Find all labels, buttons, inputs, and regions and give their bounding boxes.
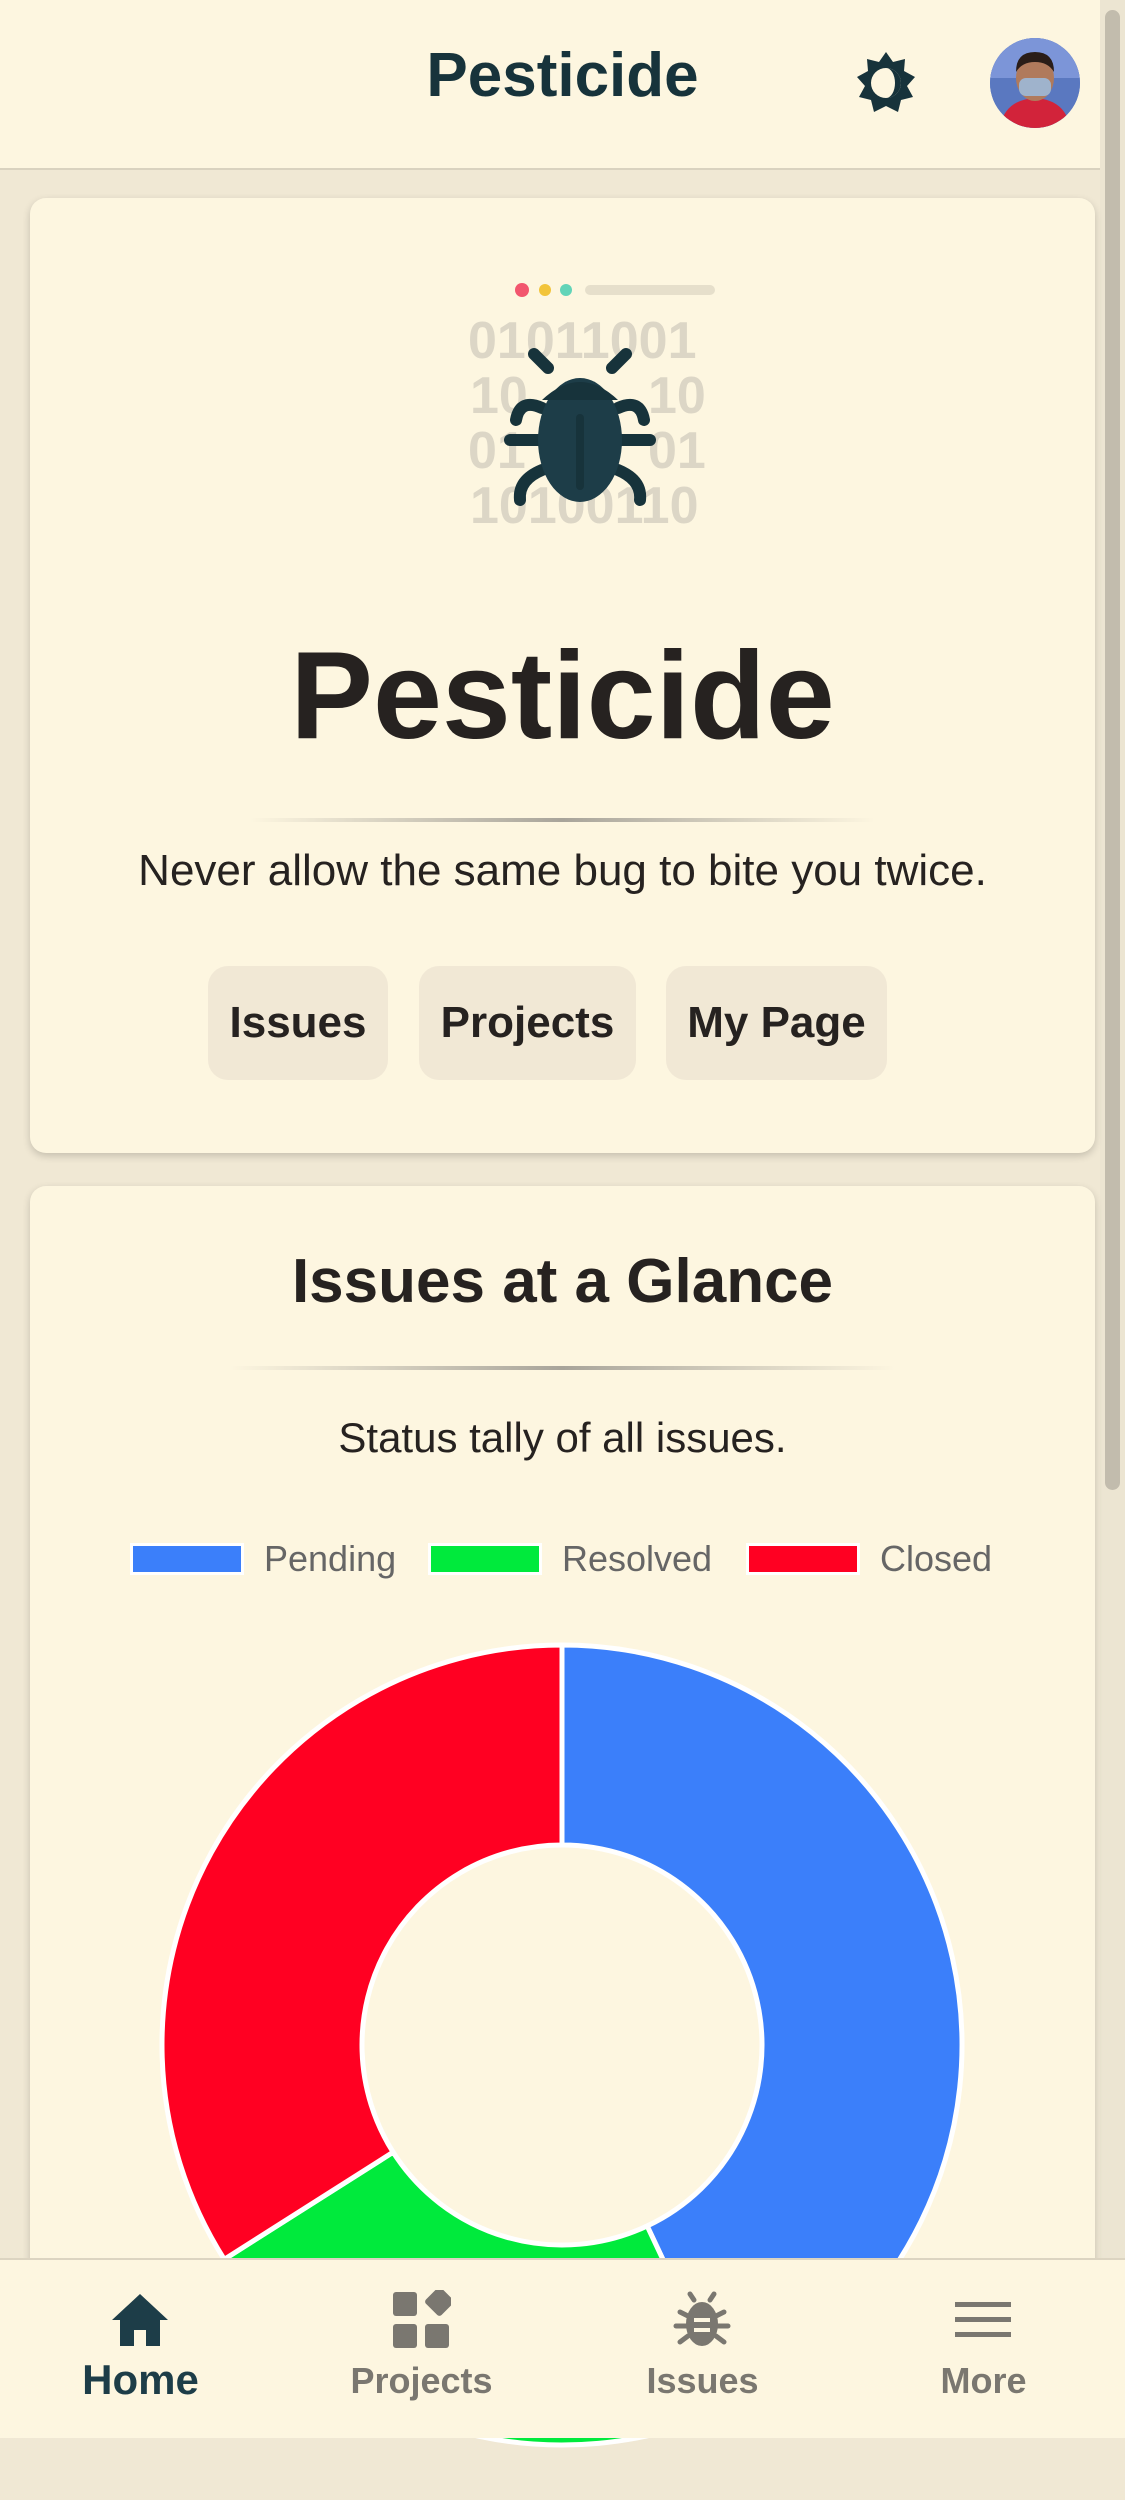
app-title: Pesticide <box>426 41 699 110</box>
top-app-bar: Pesticide <box>0 0 1100 170</box>
legend-label: Closed <box>880 1538 993 1579</box>
home-icon <box>110 2290 170 2350</box>
nav-label: Home <box>82 2356 199 2403</box>
grid-icon <box>391 2287 454 2350</box>
projects-button[interactable]: Projects <box>419 966 636 1080</box>
section-subtitle: Status tally of all issues. <box>338 1414 787 1461</box>
hero-title: Pesticide <box>290 627 835 765</box>
nav-home[interactable]: Home <box>0 2260 281 2438</box>
nav-label: Issues <box>646 2360 759 2401</box>
legend-label: Resolved <box>562 1538 713 1579</box>
nav-label: More <box>940 2360 1027 2401</box>
binary-line: 01011001 <box>468 312 697 370</box>
legend-item-closed[interactable]: Closed <box>746 1534 992 1584</box>
legend-label: Pending <box>264 1538 397 1579</box>
bug-icon <box>672 2290 732 2350</box>
bug-illustration: 01011001 10 10 01 01 10100110 <box>430 268 730 548</box>
scrollbar-thumb[interactable] <box>1105 10 1120 1490</box>
binary-line: 01 <box>648 422 706 480</box>
user-avatar[interactable] <box>990 38 1080 128</box>
chart-legend: Pending Resolved Closed <box>30 1534 1095 1584</box>
legend-swatch <box>428 1543 542 1575</box>
issues-glance-card: Issues at a Glance Status tally of all i… <box>30 1186 1095 2448</box>
issues-button[interactable]: Issues <box>208 966 388 1080</box>
my-page-button[interactable]: My Page <box>666 966 887 1080</box>
legend-swatch <box>130 1543 244 1575</box>
legend-item-pending[interactable]: Pending <box>130 1534 396 1584</box>
binary-line: 10 <box>648 367 706 425</box>
nav-issues[interactable]: Issues <box>562 2260 843 2438</box>
nav-label: Projects <box>350 2360 493 2401</box>
legend-item-resolved[interactable]: Resolved <box>428 1534 712 1584</box>
divider <box>230 1366 895 1370</box>
tagline: Never allow the same bug to bite you twi… <box>138 846 987 895</box>
nav-more[interactable]: More <box>843 2260 1124 2438</box>
scrollbar[interactable] <box>1100 0 1125 2260</box>
legend-swatch <box>746 1543 860 1575</box>
divider <box>250 818 875 822</box>
nav-projects[interactable]: Projects <box>281 2260 562 2438</box>
section-title: Issues at a Glance <box>291 1247 834 1316</box>
donut-slice-closed[interactable] <box>159 1642 565 2263</box>
menu-icon <box>953 2290 1013 2350</box>
binary-line: 01 <box>468 422 526 480</box>
bottom-navigation: Home Projects Issues More <box>0 2258 1125 2438</box>
hero-card: 01011001 10 10 01 01 10100110 Pesticide … <box>30 198 1095 1153</box>
contrast-icon[interactable] <box>853 50 919 116</box>
